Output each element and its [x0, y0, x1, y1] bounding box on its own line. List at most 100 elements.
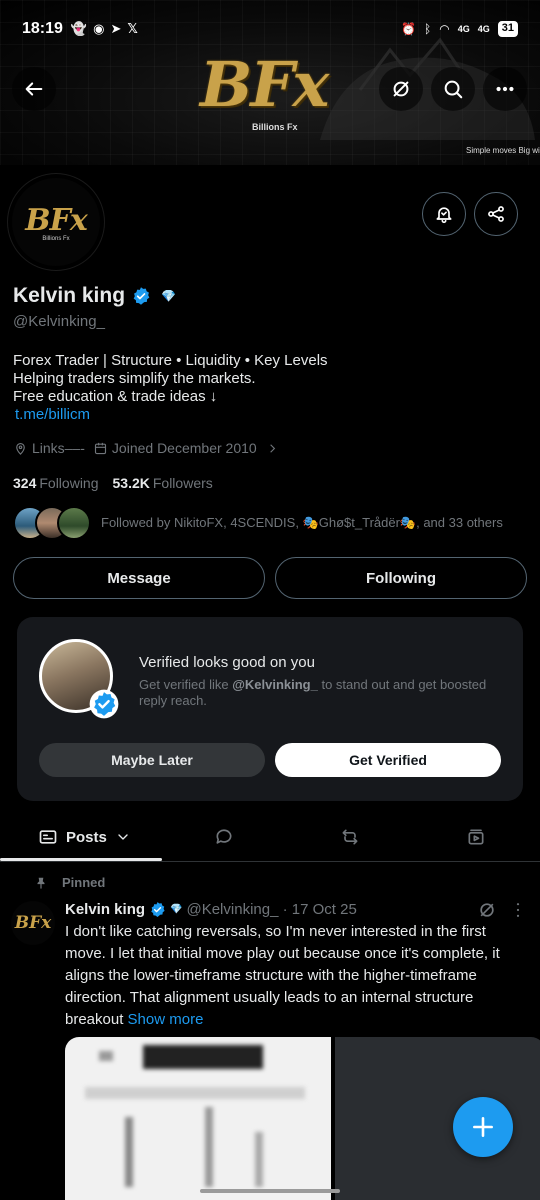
- alarm-icon: ⏰: [401, 22, 417, 36]
- promo-desc-prefix: Get verified like: [139, 677, 233, 692]
- compose-post-button[interactable]: [453, 1097, 513, 1157]
- share-icon: [488, 206, 504, 222]
- promo-description: Get verified like @Kelvinking_ to stand …: [139, 677, 509, 709]
- bio-link[interactable]: t.me/billicm: [13, 406, 328, 424]
- banner-logo-subtitle: Billions Fx: [252, 122, 298, 132]
- search-button[interactable]: [431, 67, 475, 111]
- followers-count: 53.2K: [112, 475, 150, 491]
- bell-check-icon: [436, 207, 452, 224]
- followers-count-link[interactable]: 53.2K Followers: [113, 475, 213, 491]
- chevron-down-icon: [118, 834, 128, 840]
- verified-badge-icon: [89, 689, 119, 719]
- profile-bio: Forex Trader | Structure • Liquidity • K…: [13, 352, 328, 424]
- plus-icon: [473, 1117, 493, 1137]
- maybe-later-button[interactable]: Maybe Later: [39, 743, 265, 777]
- posts-icon: [39, 830, 57, 844]
- snapchat-icon: 👻: [70, 21, 88, 36]
- status-system-icons: ⏰ ᛒ ◠ 4G 4G 31: [401, 21, 518, 37]
- blurred-content: [205, 1107, 213, 1187]
- more-horizontal-icon: [496, 86, 514, 92]
- chevron-right-icon: [269, 443, 275, 453]
- grok-icon: [393, 81, 409, 97]
- back-button[interactable]: [12, 67, 56, 111]
- post-body[interactable]: I don't like catching reversals, so I'm …: [65, 921, 527, 1031]
- post-meta: @Kelvinking_ · 17 Oct 25: [186, 901, 357, 918]
- arrow-left-icon: [25, 82, 43, 96]
- profile-avatar[interactable]: BFx Billions Fx: [8, 174, 104, 270]
- pinned-label: Pinned: [34, 875, 105, 890]
- bio-line: Forex Trader | Structure • Liquidity • K…: [13, 352, 328, 369]
- verified-badge-icon[interactable]: [131, 286, 151, 306]
- following-count: 324: [13, 475, 37, 491]
- post-more-icon[interactable]: [508, 900, 528, 920]
- profile-meta-row[interactable]: Links––- Joined December 2010: [13, 440, 280, 456]
- followers-label: Followers: [152, 475, 213, 491]
- show-more-link[interactable]: Show more: [128, 1011, 204, 1028]
- avatar-logo: BFx: [25, 202, 88, 238]
- media-icon: [468, 829, 484, 845]
- bluetooth-icon: ᛒ: [424, 22, 432, 36]
- blurred-content: [85, 1087, 305, 1099]
- calendar-icon: [94, 442, 106, 454]
- profile-stats: 324 Following 53.2K Followers: [13, 475, 213, 491]
- repost-icon: [342, 829, 358, 845]
- status-time: 18:19: [22, 20, 63, 37]
- follower-avatar: [57, 506, 91, 540]
- signal-4g-icon: 4G: [477, 24, 490, 34]
- tab-posts-label: Posts: [66, 828, 107, 846]
- grok-button[interactable]: [379, 67, 423, 111]
- get-verified-button[interactable]: Get Verified: [275, 743, 501, 777]
- post-header[interactable]: Kelvin king 💎 @Kelvinking_ · 17 Oct 25: [65, 901, 357, 918]
- blurred-content: [143, 1045, 263, 1069]
- post-media-image[interactable]: [65, 1037, 331, 1200]
- promo-desc-handle: @Kelvinking_: [232, 677, 318, 692]
- grok-icon[interactable]: [477, 900, 497, 920]
- status-bar: 18:19 👻 ◉ ➤ 𝕏 ⏰ ᛒ ◠ 4G 4G 31: [0, 0, 540, 58]
- reply-icon: [216, 829, 232, 844]
- profile-links-text: Links––-: [32, 440, 85, 456]
- verified-badge-icon: [151, 902, 165, 917]
- verified-promo-card: Verified looks good on you Get verified …: [17, 617, 523, 801]
- battery-icon: 31: [497, 21, 518, 37]
- bio-line: Free education & trade ideas ↓: [13, 388, 218, 405]
- share-button[interactable]: [474, 192, 518, 236]
- bio-line: Helping traders simplify the markets.: [13, 370, 256, 387]
- post-author-avatar[interactable]: BFx: [11, 901, 55, 945]
- following-label: Following: [39, 475, 99, 491]
- wifi-icon: ◠: [439, 22, 450, 36]
- banner-tagline: Simple moves Big wi: [466, 146, 540, 155]
- following-button[interactable]: Following: [275, 557, 527, 599]
- home-indicator[interactable]: [200, 1189, 340, 1193]
- location-pin-icon: [16, 442, 25, 455]
- pin-icon: [37, 877, 45, 889]
- signal-4g-icon: 4G: [457, 24, 470, 34]
- affiliate-badge-icon: 💎: [170, 904, 183, 915]
- profile-name: Kelvin king: [13, 284, 126, 307]
- tab-posts[interactable]: Posts: [38, 812, 131, 862]
- tab-media[interactable]: [466, 812, 486, 862]
- followed-by-text: Followed by NikitoFX, 4SCENDIS, 🎭Ghø$t_T…: [101, 515, 503, 530]
- profile-joined-date: Joined December 2010: [111, 440, 257, 456]
- tab-reposts[interactable]: [340, 812, 360, 862]
- active-tab-indicator: [0, 858, 162, 861]
- avatar-logo-subtitle: Billions Fx: [42, 235, 70, 242]
- profile-name-row: Kelvin king 💎: [13, 284, 176, 308]
- profile-handle: @Kelvinking_: [13, 313, 105, 330]
- message-button[interactable]: Message: [13, 557, 265, 599]
- post-author-name: Kelvin king: [65, 901, 146, 918]
- search-icon: [444, 80, 463, 99]
- blurred-content: [255, 1132, 263, 1187]
- blurred-content: [99, 1051, 113, 1061]
- status-notification-icons: 👻 ◉ ➤ 𝕏: [71, 21, 138, 37]
- more-options-button[interactable]: [483, 67, 527, 111]
- following-count-link[interactable]: 324 Following: [13, 475, 99, 491]
- notifications-button[interactable]: [422, 192, 466, 236]
- tab-replies[interactable]: [214, 812, 234, 862]
- post-avatar-logo: BFx: [14, 913, 52, 933]
- promo-title: Verified looks good on you: [139, 654, 315, 671]
- followed-by-row[interactable]: Followed by NikitoFX, 4SCENDIS, 🎭Ghø$t_T…: [13, 506, 503, 540]
- blurred-content: [125, 1117, 133, 1187]
- x-icon: 𝕏: [127, 21, 138, 36]
- affiliate-badge-icon[interactable]: 💎: [161, 289, 176, 303]
- profile-tabs: Posts: [0, 812, 540, 862]
